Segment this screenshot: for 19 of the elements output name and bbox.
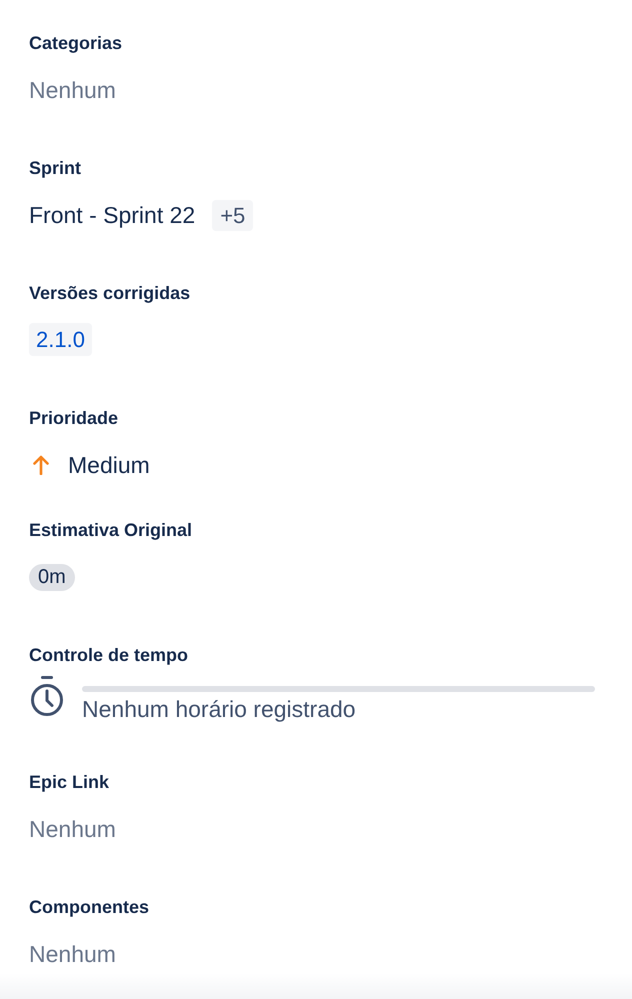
- arrow-up-icon: [33, 455, 49, 475]
- field-label: Controle de tempo: [29, 644, 188, 667]
- field-label: Categorias: [29, 32, 122, 55]
- stopwatch-icon: [30, 676, 64, 716]
- field-label: Componentes: [29, 896, 150, 919]
- priority-value: Medium: [68, 451, 150, 480]
- field-label: Prioridade: [29, 407, 118, 430]
- field-label: Sprint: [29, 157, 81, 180]
- sprint-link[interactable]: Front - Sprint 22: [29, 199, 196, 231]
- version-tag[interactable]: 2.1.0: [29, 323, 92, 356]
- more-sprints-button[interactable]: +5: [212, 200, 254, 230]
- empty-value: Nenhum: [29, 940, 116, 969]
- empty-value: Nenhum: [29, 76, 116, 105]
- field-label: Versões corrigidas: [29, 282, 190, 305]
- field-label: Epic Link: [29, 771, 110, 794]
- estimate-pill: 0m: [29, 564, 75, 590]
- time-logged-text: Nenhum horário registrado: [82, 695, 356, 724]
- field-label: Estimativa Original: [29, 519, 192, 542]
- empty-value: Nenhum: [29, 815, 116, 844]
